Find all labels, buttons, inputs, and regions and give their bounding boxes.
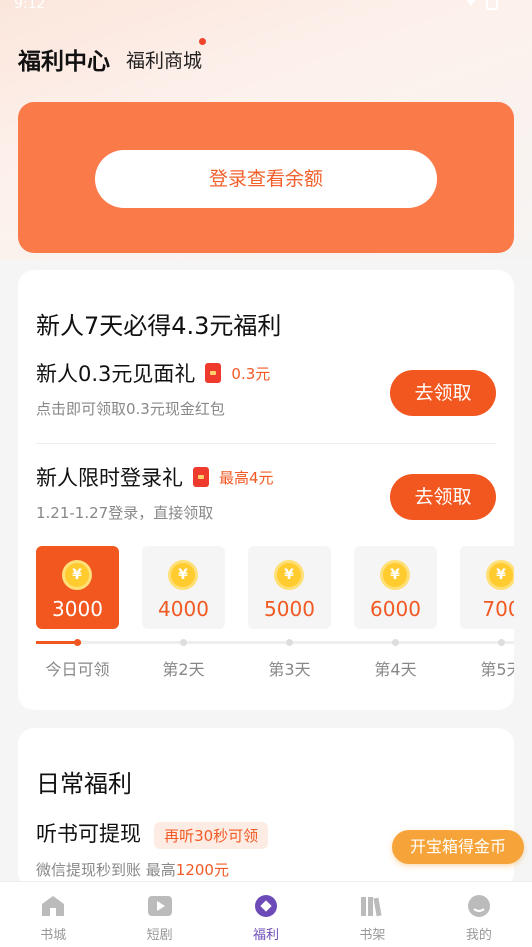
task-reward: 0.3元: [231, 364, 271, 383]
task-newbie-gift: 新人0.3元见面礼 0.3元 点击即可领取0.3元现金红包 去领取: [36, 358, 496, 419]
coin-icon: ¥: [62, 560, 92, 590]
day-item-2[interactable]: ¥ 4000 第2天: [142, 546, 225, 679]
task-reward: 最高4元: [219, 468, 274, 487]
login-view-balance-button[interactable]: 登录查看余额: [95, 150, 437, 208]
tab-welfare-mall[interactable]: 福利商城: [126, 46, 202, 73]
divider: [36, 443, 496, 444]
bookshelf-icon: [361, 897, 382, 917]
nav-label: 我的: [465, 928, 492, 943]
profile-icon: [467, 895, 490, 917]
day-item-3[interactable]: ¥ 5000 第3天: [248, 546, 331, 679]
red-packet-icon: [205, 363, 222, 383]
progress-track: [36, 641, 514, 644]
progress-dot: [286, 639, 293, 646]
play-icon: [147, 896, 172, 916]
nav-item-profile[interactable]: 我的: [426, 882, 532, 947]
coin-icon: ¥: [486, 560, 514, 590]
balance-card: 登录查看余额: [18, 102, 514, 253]
progress-dot: [180, 639, 187, 646]
coin-amount: 5000: [264, 597, 315, 621]
daily-card-title: 日常福利: [36, 770, 132, 798]
coin-icon: ¥: [168, 560, 198, 590]
day-label: 第3天: [268, 660, 311, 679]
claim-button[interactable]: 去领取: [390, 474, 496, 520]
day-item-4[interactable]: ¥ 6000 第4天: [354, 546, 437, 679]
task-name: 听书可提现: [36, 822, 141, 846]
welfare-icon: [255, 895, 278, 917]
nav-label: 书城: [40, 928, 67, 943]
daily-welfare-card: 日常福利 听书可提现 再听30秒可领 微信提现秒到账 最高1200元: [18, 728, 514, 888]
claim-button[interactable]: 去领取: [390, 370, 496, 416]
home-icon: [42, 896, 65, 916]
page-title: 福利中心: [18, 49, 110, 75]
nav-label: 短剧: [146, 928, 173, 943]
open-treasure-button[interactable]: 开宝箱得金币: [392, 830, 524, 864]
coin-amount: 3000: [52, 597, 103, 621]
desc-prefix: 微信提现秒到账 最高: [36, 861, 176, 879]
day-label: 第5天: [480, 660, 514, 679]
task-login-gift: 新人限时登录礼 最高4元 1.21-1.27登录，直接领取 去领取: [36, 462, 496, 523]
desc-highlight: 1200元: [175, 861, 229, 879]
nav-item-welfare[interactable]: 福利: [213, 882, 319, 947]
task-name: 新人0.3元见面礼: [36, 362, 196, 386]
newbie-welfare-card: 新人7天必得4.3元福利 新人0.3元见面礼 0.3元 点击即可领取0.3元现金…: [18, 270, 514, 710]
progress-dot: [498, 639, 505, 646]
nav-label: 书架: [359, 928, 386, 943]
coin-icon: ¥: [380, 560, 410, 590]
status-bar: 9:12: [0, 0, 532, 14]
day-item-1[interactable]: ¥ 3000 今日可领: [36, 546, 119, 679]
nav-item-short-drama[interactable]: 短剧: [106, 882, 212, 947]
day-label: 第2天: [162, 660, 205, 679]
progress-dot: [74, 639, 81, 646]
battery-icon: [486, 0, 498, 10]
bottom-nav: 书城 短剧 福利 书架 我的: [0, 881, 532, 947]
login-days-strip[interactable]: ¥ 3000 今日可领 ¥ 4000 第2天 ¥ 5000 第3天 ¥ 6000: [36, 546, 514, 686]
signal-icon: [466, 0, 476, 6]
red-packet-icon: [193, 467, 209, 487]
coin-amount: 6000: [370, 597, 421, 621]
nav-item-bookstore[interactable]: 书城: [0, 882, 106, 947]
notification-dot: [199, 38, 206, 45]
coin-icon: ¥: [274, 560, 304, 590]
day-label: 第4天: [374, 660, 417, 679]
task-name: 新人限时登录礼: [36, 466, 183, 490]
progress-dot: [392, 639, 399, 646]
nav-label: 福利: [253, 928, 280, 943]
coin-amount: 700: [482, 597, 514, 621]
day-item-5[interactable]: ¥ 700 第5天: [460, 546, 514, 679]
task-tag: 再听30秒可领: [154, 822, 269, 849]
coin-amount: 4000: [158, 597, 209, 621]
day-label: 今日可领: [45, 660, 110, 679]
status-time: 9:12: [14, 0, 46, 12]
newbie-card-title: 新人7天必得4.3元福利: [36, 312, 282, 340]
nav-item-bookshelf[interactable]: 书架: [319, 882, 425, 947]
page-header: 福利中心 福利商城: [18, 38, 514, 76]
